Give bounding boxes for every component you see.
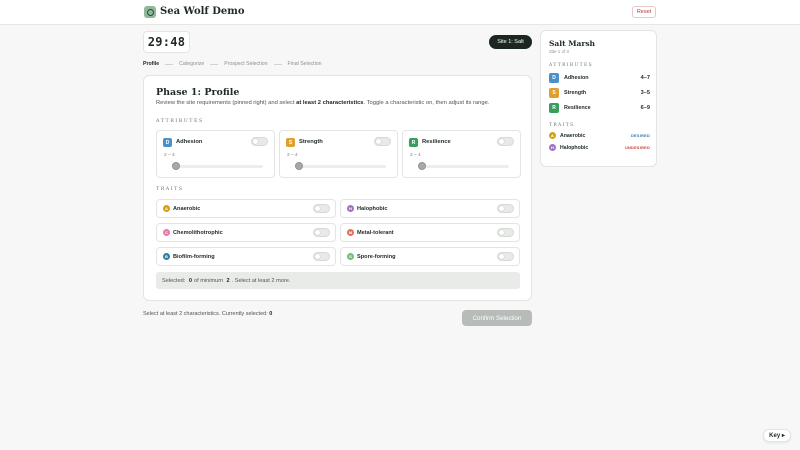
metal-tolerant-dot-icon: M [347, 229, 354, 236]
spore-forming-toggle[interactable] [497, 252, 514, 261]
trait-name: Biofilm-forming [173, 254, 215, 260]
strength-slider-thumb[interactable] [295, 162, 303, 170]
profile-card: Phase 1: Profile Review the site require… [143, 75, 532, 301]
trait-card-spore-forming: S Spore-forming [340, 247, 520, 266]
adhesion-toggle[interactable] [251, 137, 268, 146]
trait-name: Halophobic [357, 206, 388, 212]
trait-card-chemolithotrophic: C Chemolithotrophic [156, 223, 336, 242]
trait-card-anaerobic: A Anaerobic [156, 199, 336, 218]
confirm-selection-button[interactable]: Confirm Selection [462, 310, 532, 326]
key-button[interactable]: Key ▸ [763, 429, 791, 442]
desired-tag: DESIRED [631, 133, 650, 138]
trait-name: Metal-tolerant [357, 230, 394, 236]
attribute-name: Resilience [422, 139, 451, 145]
halophobic-dot-icon: H [549, 144, 556, 151]
attribute-name: Adhesion [176, 139, 203, 145]
chemolithotrophic-toggle[interactable] [313, 228, 330, 237]
site-attribute-value: 3–5 [640, 90, 650, 96]
biofilm-forming-toggle[interactable] [313, 252, 330, 261]
adhesion-badge-icon: D [549, 73, 559, 83]
trait-name: Anaerobic [173, 206, 201, 212]
app-title: Sea Wolf Demo [160, 6, 245, 17]
site-trait-name: Anaerobic [560, 133, 586, 139]
resilience-badge-icon: R [549, 103, 559, 113]
trait-name: Chemolithotrophic [173, 230, 223, 236]
side-attributes-label: ATTRIBUTES [549, 63, 593, 68]
anaerobic-toggle[interactable] [313, 204, 330, 213]
biofilm-forming-dot-icon: B [163, 253, 170, 260]
trait-card-halophobic: H Halophobic [340, 199, 520, 218]
phase-tabs: Profile Categorize Prospect Selection Fi… [143, 60, 322, 68]
chemolithotrophic-dot-icon: C [163, 229, 170, 236]
site-attribute-name: Resilience [564, 105, 591, 111]
traits-section-label: TRAITS [156, 187, 184, 192]
tab-separator [165, 63, 174, 65]
trait-card-metal-tolerant: M Metal-tolerant [340, 223, 520, 242]
attribute-range: 2 – 4 [410, 153, 421, 158]
strength-badge-icon: S [549, 88, 559, 98]
attribute-range: 2 – 4 [287, 153, 298, 158]
trait-name: Spore-forming [357, 254, 396, 260]
site-attribute-adhesion: D Adhesion 4–7 [549, 73, 650, 83]
spore-forming-dot-icon: S [347, 253, 354, 260]
site-title: Salt Marsh [549, 39, 595, 48]
attribute-card-resilience: R Resilience 2 – 4 [402, 130, 521, 178]
strength-slider-track[interactable] [296, 165, 386, 168]
attribute-name: Strength [299, 139, 323, 145]
resilience-slider-track[interactable] [419, 165, 509, 168]
site-subtitle: Site 1 of 3 [549, 49, 569, 54]
strength-toggle[interactable] [374, 137, 391, 146]
metal-tolerant-toggle[interactable] [497, 228, 514, 237]
halophobic-dot-icon: H [347, 205, 354, 212]
app-header: Sea Wolf Demo Reset [0, 0, 800, 25]
tab-final-selection[interactable]: Final Selection [288, 61, 322, 67]
reset-button[interactable]: Reset [632, 6, 656, 18]
adhesion-slider-thumb[interactable] [172, 162, 180, 170]
strength-badge-icon: S [286, 138, 295, 147]
site-trait-halophobic: H Halophobic UNDESIRED [549, 144, 650, 152]
site-attribute-strength: S Strength 3–5 [549, 88, 650, 98]
site-attribute-name: Adhesion [564, 75, 589, 81]
tab-categorize[interactable]: Categorize [179, 61, 204, 67]
site-requirements-panel: Salt Marsh Site 1 of 3 ATTRIBUTES D Adhe… [540, 30, 657, 167]
app-logo-icon [144, 6, 156, 18]
undesired-tag: UNDESIRED [624, 145, 650, 150]
phase-description: Review the site requirements (pinned rig… [156, 100, 490, 106]
resilience-slider-thumb[interactable] [418, 162, 426, 170]
site-pill[interactable]: Site 1: Salt [489, 35, 532, 49]
side-traits-label: TRAITS [549, 123, 575, 128]
site-attribute-resilience: R Resilience 6–9 [549, 103, 650, 113]
site-trait-anaerobic: A Anaerobic DESIRED [549, 132, 650, 140]
attribute-range: 2 – 4 [164, 153, 175, 158]
countdown-timer: 29:48 [143, 31, 190, 53]
tab-separator [273, 63, 282, 65]
trait-card-biofilm-forming: B Biofilm-forming [156, 247, 336, 266]
tab-profile[interactable]: Profile [143, 61, 159, 67]
site-attribute-name: Strength [564, 90, 587, 96]
attributes-section-label: ATTRIBUTES [156, 119, 204, 124]
adhesion-badge-icon: D [163, 138, 172, 147]
adhesion-slider-track[interactable] [173, 165, 263, 168]
site-trait-name: Halophobic [560, 145, 589, 151]
halophobic-toggle[interactable] [497, 204, 514, 213]
site-attribute-value: 4–7 [640, 75, 650, 81]
site-attribute-value: 6–9 [640, 105, 650, 111]
selection-status-bar: Selected: 0 of minimum 2. Select at least… [156, 272, 520, 289]
anaerobic-dot-icon: A [549, 132, 556, 139]
anaerobic-dot-icon: A [163, 205, 170, 212]
attribute-card-adhesion: D Adhesion 2 – 4 [156, 130, 275, 178]
phase-title: Phase 1: Profile [156, 87, 240, 98]
resilience-toggle[interactable] [497, 137, 514, 146]
selection-footer-note: Select at least 2 characteristics. Curre… [143, 311, 273, 317]
tab-prospect-selection[interactable]: Prospect Selection [224, 61, 267, 67]
resilience-badge-icon: R [409, 138, 418, 147]
attribute-card-strength: S Strength 2 – 4 [279, 130, 398, 178]
tab-separator [210, 63, 219, 65]
